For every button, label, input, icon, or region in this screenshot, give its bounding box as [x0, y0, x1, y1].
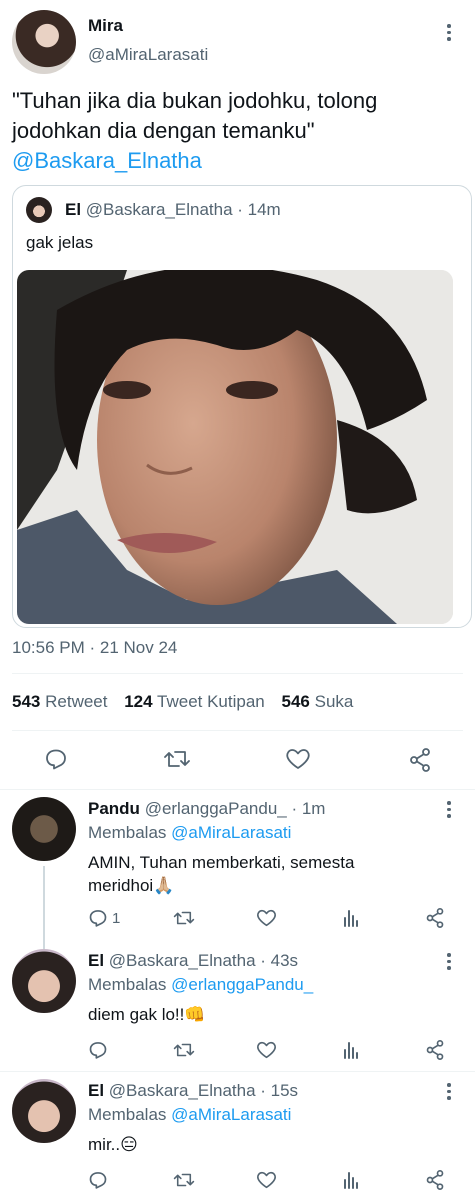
reply-time: · 15s [260, 1081, 299, 1100]
like-icon[interactable] [256, 908, 277, 928]
replying-to-label: Membalas [88, 823, 167, 842]
tweet-timestamp[interactable]: 10:56 PM · 21 Nov 24 [12, 638, 177, 658]
share-icon[interactable] [425, 907, 445, 929]
retweet-stat[interactable]: 543 Retweet [12, 692, 107, 711]
tweet-mention[interactable]: @Baskara_Elnatha [12, 146, 202, 176]
quoted-author-name: El [65, 200, 82, 219]
reply-text: diem gak lo!!👊 [88, 1005, 206, 1024]
like-icon[interactable] [256, 1040, 277, 1060]
reply-button[interactable] [88, 1170, 108, 1190]
more-options-icon[interactable] [446, 801, 452, 818]
reply-count: 1 [112, 909, 121, 927]
replying-to-label: Membalas [88, 1105, 167, 1124]
author-name[interactable]: Mira [88, 16, 123, 36]
quoted-tweet-card[interactable]: El @Baskara_Elnatha · 14m gak jelas [12, 185, 472, 628]
retweet-icon[interactable] [163, 747, 191, 771]
more-options-icon[interactable] [446, 24, 452, 41]
tweet-stats: 543 Retweet 124 Tweet Kutipan 546 Suka [12, 692, 353, 712]
reply-icon[interactable] [44, 747, 68, 771]
avatar-el[interactable] [12, 1079, 76, 1143]
author-handle[interactable]: @aMiraLarasati [88, 45, 208, 65]
portrait-image [17, 270, 453, 624]
reply-text: mir..😑 [88, 1135, 138, 1154]
more-options-icon[interactable] [446, 953, 452, 970]
like-stat[interactable]: 546 Suka [282, 692, 354, 711]
views-icon[interactable] [341, 1170, 361, 1190]
retweet-icon[interactable] [173, 1040, 195, 1060]
quoted-time: · 14m [237, 200, 281, 219]
replying-to-mention[interactable]: @erlanggaPandu_ [171, 975, 313, 994]
reply-button[interactable]: 1 [88, 908, 120, 928]
share-icon[interactable] [408, 747, 432, 773]
reply-time: · 43s [260, 951, 299, 970]
replying-to-mention[interactable]: @aMiraLarasati [171, 1105, 291, 1124]
reply-text: meridhoi🙏🏼 [88, 876, 175, 895]
share-icon[interactable] [425, 1039, 445, 1061]
quoted-avatar [26, 197, 52, 223]
replying-to-label: Membalas [88, 975, 167, 994]
quoted-text: gak jelas [26, 233, 94, 252]
reply-author-name[interactable]: El [88, 951, 104, 970]
reply-author-handle[interactable]: @Baskara_Elnatha [109, 1081, 256, 1100]
quoted-author-handle: @Baskara_Elnatha [85, 200, 233, 219]
views-icon[interactable] [341, 908, 361, 928]
avatar-el[interactable] [12, 949, 76, 1013]
like-icon[interactable] [256, 1170, 277, 1190]
reply-time: · 1m [291, 799, 326, 818]
like-icon[interactable] [285, 747, 311, 771]
reply-button[interactable] [88, 1040, 108, 1060]
tweet-text: "Tuhan jika dia bukan jodohku, tolong jo… [12, 88, 378, 143]
quote-stat[interactable]: 124 Tweet Kutipan [124, 692, 265, 711]
share-icon[interactable] [425, 1169, 445, 1191]
reply-author-name[interactable]: El [88, 1081, 104, 1100]
avatar-pandu[interactable] [12, 797, 76, 861]
reply-text: AMIN, Tuhan memberkati, semesta [88, 853, 355, 872]
more-options-icon[interactable] [446, 1083, 452, 1100]
quoted-photo[interactable] [17, 270, 453, 624]
replying-to-mention[interactable]: @aMiraLarasati [171, 823, 291, 842]
views-icon[interactable] [341, 1040, 361, 1060]
reply-author-handle[interactable]: @Baskara_Elnatha [109, 951, 256, 970]
reply-author-name[interactable]: Pandu [88, 799, 140, 818]
retweet-icon[interactable] [173, 1170, 195, 1190]
avatar-mira[interactable] [12, 10, 76, 74]
retweet-icon[interactable] [173, 908, 195, 928]
reply-author-handle[interactable]: @erlanggaPandu_ [145, 799, 287, 818]
